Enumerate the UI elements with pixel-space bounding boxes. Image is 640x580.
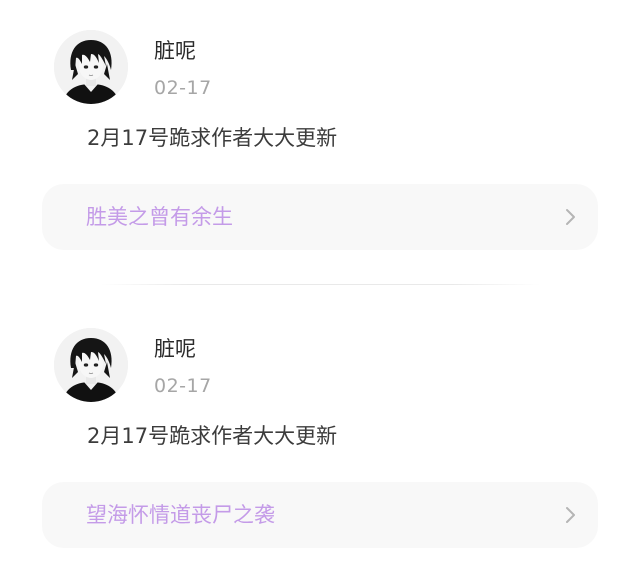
post-date: 02-17 — [154, 77, 212, 99]
avatar-icon — [54, 30, 128, 104]
book-title: 望海怀情道丧尸之袭 — [86, 503, 275, 527]
user-avatar[interactable] — [54, 30, 128, 104]
post-date: 02-17 — [154, 375, 212, 397]
book-link-card[interactable]: 望海怀情道丧尸之袭 — [42, 482, 598, 548]
chevron-right-icon — [566, 209, 575, 225]
chevron-right-icon — [566, 507, 575, 523]
avatar-icon — [54, 328, 128, 402]
post-divider — [100, 284, 540, 285]
comment-text: 2月17号跪求作者大大更新 — [87, 424, 338, 448]
book-title: 胜美之曾有余生 — [86, 205, 233, 229]
author-name[interactable]: 脏呢 — [154, 336, 196, 362]
user-avatar[interactable] — [54, 328, 128, 402]
author-name[interactable]: 脏呢 — [154, 38, 196, 64]
book-link-card[interactable]: 胜美之曾有余生 — [42, 184, 598, 250]
comment-text: 2月17号跪求作者大大更新 — [87, 126, 338, 150]
